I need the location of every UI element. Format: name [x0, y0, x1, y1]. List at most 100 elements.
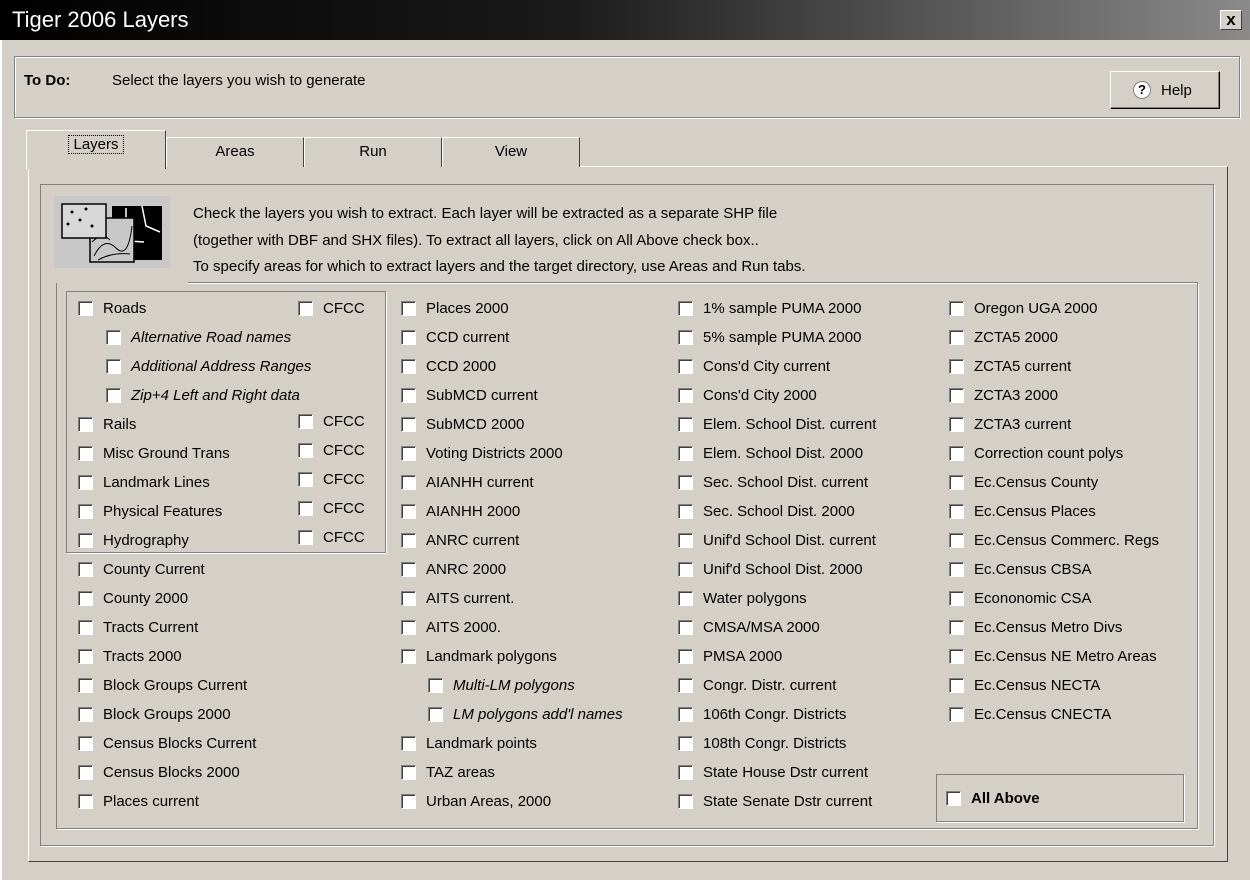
label-ec-census-necta: Ec.Census NECTA [974, 677, 1101, 694]
checkbox-oregon-uga-2000[interactable] [949, 301, 964, 316]
checkbox-sec-school-dist-2000[interactable] [678, 504, 693, 519]
tab-layers[interactable]: Layers [26, 130, 166, 169]
checkbox-cfcc[interactable] [298, 530, 313, 545]
checkbox-elem-school-dist-2000[interactable] [678, 446, 693, 461]
checkbox-ccd-2000[interactable] [401, 359, 416, 374]
checkbox-places-2000[interactable] [401, 301, 416, 316]
help-label: Help [1161, 82, 1192, 99]
checkbox-elem-school-dist-current[interactable] [678, 417, 693, 432]
checkbox-cons-d-city-2000[interactable] [678, 388, 693, 403]
tab-run[interactable]: Run [304, 137, 442, 167]
checkbox-urban-areas-2000[interactable] [401, 794, 416, 809]
checkbox-water-polygons[interactable] [678, 591, 693, 606]
checkbox-aianhh-2000[interactable] [401, 504, 416, 519]
checkbox-voting-districts-2000[interactable] [401, 446, 416, 461]
checkbox-zcta3-current[interactable] [949, 417, 964, 432]
checkbox-1-sample-puma-2000[interactable] [678, 301, 693, 316]
checkbox-ec-census-metro-divs[interactable] [949, 620, 964, 635]
checkbox-additional-address-ranges[interactable] [106, 359, 121, 374]
checkbox-correction-count-polys[interactable] [949, 446, 964, 461]
checkbox-106th-congr-districts[interactable] [678, 707, 693, 722]
checkbox-multi-lm-polygons[interactable] [428, 678, 443, 693]
checkbox-aits-2000[interactable] [401, 620, 416, 635]
checkbox-misc-ground-trans[interactable] [78, 446, 93, 461]
label-cmsa-msa-2000: CMSA/MSA 2000 [703, 619, 820, 636]
label-oregon-uga-2000: Oregon UGA 2000 [974, 300, 1098, 317]
label-cfcc: CFCC [323, 529, 365, 546]
checkbox-zcta5-current[interactable] [949, 359, 964, 374]
checkbox-zip-4-left-and-right-data[interactable] [106, 388, 121, 403]
checkbox-cfcc[interactable] [298, 472, 313, 487]
help-button[interactable]: ? Help [1110, 71, 1220, 109]
checkbox-census-blocks-2000[interactable] [78, 765, 93, 780]
checkbox-ec-census-cbsa[interactable] [949, 562, 964, 577]
checkbox-congr-distr-current[interactable] [678, 678, 693, 693]
checkbox-landmark-polygons[interactable] [401, 649, 416, 664]
checkbox-block-groups-current[interactable] [78, 678, 93, 693]
checkbox-landmark-lines[interactable] [78, 475, 93, 490]
checkbox-unif-d-school-dist-2000[interactable] [678, 562, 693, 577]
checkbox-state-house-dstr-current[interactable] [678, 765, 693, 780]
checkbox-lm-polygons-add-l-names[interactable] [428, 707, 443, 722]
checkbox-all-above[interactable] [946, 791, 961, 806]
checkbox-county-2000[interactable] [78, 591, 93, 606]
checkbox-block-groups-2000[interactable] [78, 707, 93, 722]
checkbox-ec-census-county[interactable] [949, 475, 964, 490]
checkbox-cfcc[interactable] [298, 443, 313, 458]
label-zcta3-2000: ZCTA3 2000 [974, 387, 1058, 404]
checkbox-unif-d-school-dist-current[interactable] [678, 533, 693, 548]
label-ccd-current: CCD current [426, 329, 510, 346]
checkbox-submcd-2000[interactable] [401, 417, 416, 432]
checkbox-ec-census-commerc-regs[interactable] [949, 533, 964, 548]
label-unif-d-school-dist-current: Unif'd School Dist. current [703, 532, 876, 549]
checkbox-cfcc[interactable] [298, 501, 313, 516]
label-anrc-2000: ANRC 2000 [426, 561, 507, 578]
todo-text: Select the layers you wish to generate [112, 72, 366, 89]
checkbox-zcta5-2000[interactable] [949, 330, 964, 345]
checkbox-county-current[interactable] [78, 562, 93, 577]
checkbox-roads[interactable] [78, 301, 93, 316]
checkbox-taz-areas[interactable] [401, 765, 416, 780]
checkbox-rails[interactable] [78, 417, 93, 432]
checkbox-cmsa-msa-2000[interactable] [678, 620, 693, 635]
label-pmsa-2000: PMSA 2000 [703, 648, 783, 665]
checkbox-ccd-current[interactable] [401, 330, 416, 345]
tab-view[interactable]: View [442, 137, 580, 167]
checkbox-108th-congr-districts[interactable] [678, 736, 693, 751]
checkbox-sec-school-dist-current[interactable] [678, 475, 693, 490]
label-aits-2000: AITS 2000. [426, 619, 502, 636]
checkbox-cfcc[interactable] [298, 301, 313, 316]
label-cfcc: CFCC [323, 500, 365, 517]
checkbox-cfcc[interactable] [298, 414, 313, 429]
label-hydrography: Hydrography [103, 532, 189, 549]
checkbox-census-blocks-current[interactable] [78, 736, 93, 751]
checkbox-cons-d-city-current[interactable] [678, 359, 693, 374]
checkbox-zcta3-2000[interactable] [949, 388, 964, 403]
tab-areas[interactable]: Areas [166, 137, 304, 167]
checkbox-alternative-road-names[interactable] [106, 330, 121, 345]
checkbox-aianhh-current[interactable] [401, 475, 416, 490]
close-button[interactable]: x [1220, 10, 1242, 30]
checkbox-submcd-current[interactable] [401, 388, 416, 403]
checkbox-5-sample-puma-2000[interactable] [678, 330, 693, 345]
checkbox-landmark-points[interactable] [401, 736, 416, 751]
label-rails: Rails [103, 416, 137, 433]
checkbox-aits-current[interactable] [401, 591, 416, 606]
checkbox-anrc-2000[interactable] [401, 562, 416, 577]
checkbox-ec-census-necta[interactable] [949, 678, 964, 693]
checkbox-ec-census-cnecta[interactable] [949, 707, 964, 722]
label-water-polygons: Water polygons [703, 590, 807, 607]
checkbox-physical-features[interactable] [78, 504, 93, 519]
label-correction-count-polys: Correction count polys [974, 445, 1124, 462]
checkbox-hydrography[interactable] [78, 533, 93, 548]
checkbox-ec-census-places[interactable] [949, 504, 964, 519]
checkbox-state-senate-dstr-current[interactable] [678, 794, 693, 809]
checkbox-econonomic-csa[interactable] [949, 591, 964, 606]
checkbox-pmsa-2000[interactable] [678, 649, 693, 664]
label-census-blocks-current: Census Blocks Current [103, 735, 257, 752]
checkbox-anrc-current[interactable] [401, 533, 416, 548]
checkbox-places-current[interactable] [78, 794, 93, 809]
checkbox-ec-census-ne-metro-areas[interactable] [949, 649, 964, 664]
checkbox-tracts-current[interactable] [78, 620, 93, 635]
checkbox-tracts-2000[interactable] [78, 649, 93, 664]
